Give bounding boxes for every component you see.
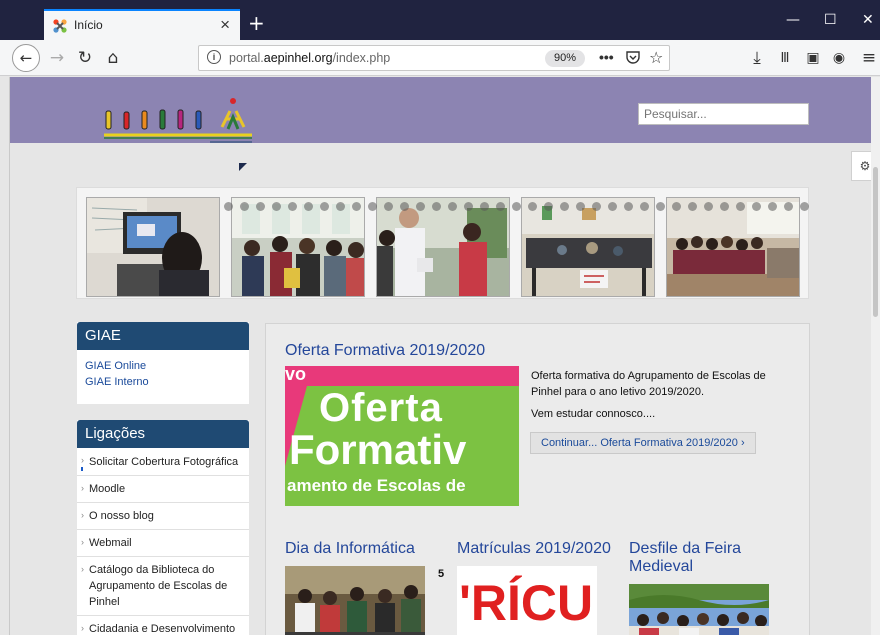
giae-online-link[interactable]: GIAE Online [85,358,241,374]
article-image-matriculas[interactable]: 'RÍCU [457,566,597,635]
back-icon[interactable]: ← [12,44,40,72]
bookmark-star-icon[interactable]: ☆ [649,48,663,67]
page-scrollbar[interactable] [871,77,880,635]
article-title-matriculas[interactable]: Matrículas 2019/2020 [457,540,611,558]
article-image-desfile-medieval[interactable] [629,584,769,635]
giae-module-title: GIAE [77,322,249,350]
featured-intro-text: Oferta formativa do Agrupamento de Escol… [531,370,766,398]
reload-icon[interactable]: ↻ [72,45,98,71]
article-image-dia-informatica[interactable] [285,566,425,635]
featured-intro: Oferta formativa do Agrupamento de Escol… [531,368,771,422]
browser-nav-bar: ← → ↻ ⌂ i portal.aepinhel.org/index.php … [0,40,880,76]
featured-image-corner-text: vo [285,366,307,384]
article-title-desfile-medieval[interactable]: Desfile da Feira Medieval [629,540,789,576]
slider-dots[interactable] [224,202,809,214]
giae-interno-link[interactable]: GIAE Interno [85,374,241,390]
pocket-icon[interactable] [625,49,641,65]
link-cidadania[interactable]: Cidadania e Desenvolvimento [77,616,249,635]
window-close-icon[interactable]: ✕ [862,12,874,28]
zoom-level-badge[interactable]: 90% [545,50,586,67]
main-content: Oferta Formativa 2019/2020 vo Oferta For… [265,323,810,635]
joomla-favicon-icon [53,19,67,33]
url-bar[interactable]: i portal.aepinhel.org/index.php 90% ••• … [198,45,670,71]
school-logo[interactable] [102,97,262,145]
url-text[interactable]: portal.aepinhel.org/index.php [229,51,390,65]
featured-article-title[interactable]: Oferta Formativa 2019/2020 [285,342,485,360]
matriculas-image-text: 'RÍCU [459,575,594,631]
site-header [10,77,871,143]
tab-title: Início [74,18,103,32]
ligacoes-module-title: Ligações [77,420,249,448]
link-solicitar-cobertura[interactable]: Solicitar Cobertura Fotográfica [77,448,249,476]
ligacoes-module: Ligações Solicitar Cobertura Fotográfica… [77,420,249,635]
settings-gear-icon[interactable]: ⚙ [851,151,871,181]
featured-image-line1: Oferta [319,386,443,430]
site-search-input[interactable] [638,103,809,125]
link-catalogo-biblioteca[interactable]: Catálogo da Biblioteca do Agrupamento de… [77,557,249,616]
minimize-icon[interactable]: — [786,12,800,28]
read-more-button[interactable]: Continuar... Oferta Formativa 2019/2020 … [530,432,756,454]
site-info-icon[interactable]: i [207,50,221,64]
featured-intro-cta: Vem estudar connosco.... [531,408,656,420]
account-icon[interactable]: ◉ [826,45,852,71]
photo-slider[interactable] [76,187,809,299]
browser-tab-bar: Início × + — ☐ ✕ [0,0,880,40]
article-title-dia-informatica[interactable]: Dia da Informática [285,540,415,558]
sidebar-toggle-icon[interactable]: ▣ [800,45,826,71]
downloads-icon[interactable]: ⤓ [744,45,770,71]
new-tab-icon[interactable]: + [248,11,265,35]
menu-icon[interactable]: ≡ [856,45,880,71]
link-webmail[interactable]: Webmail [77,530,249,557]
link-nosso-blog[interactable]: O nosso blog [77,503,249,530]
page-actions-icon[interactable]: ••• [599,49,614,65]
decorative-mark [239,163,247,171]
web-page: ⚙ [9,77,871,635]
link-moodle[interactable]: Moodle [77,476,249,503]
scrollbar-thumb[interactable] [873,167,878,317]
tab-close-icon[interactable]: × [220,15,230,35]
featured-image-line2: Formativ [289,426,467,473]
maximize-icon[interactable]: ☐ [824,12,837,28]
slide-computer-class[interactable] [86,197,220,297]
article-count-number: 5 [438,568,445,580]
browser-tab[interactable]: Início × [44,9,240,40]
giae-module: GIAE GIAE Online GIAE Interno [77,322,249,404]
featured-article-image[interactable]: vo Oferta Formativ amento de Escolas de [285,366,519,506]
featured-image-line3: amento de Escolas de [287,476,466,495]
forward-icon[interactable]: → [44,45,70,71]
library-icon[interactable]: Ⅲ [772,45,798,71]
home-icon[interactable]: ⌂ [100,45,126,71]
